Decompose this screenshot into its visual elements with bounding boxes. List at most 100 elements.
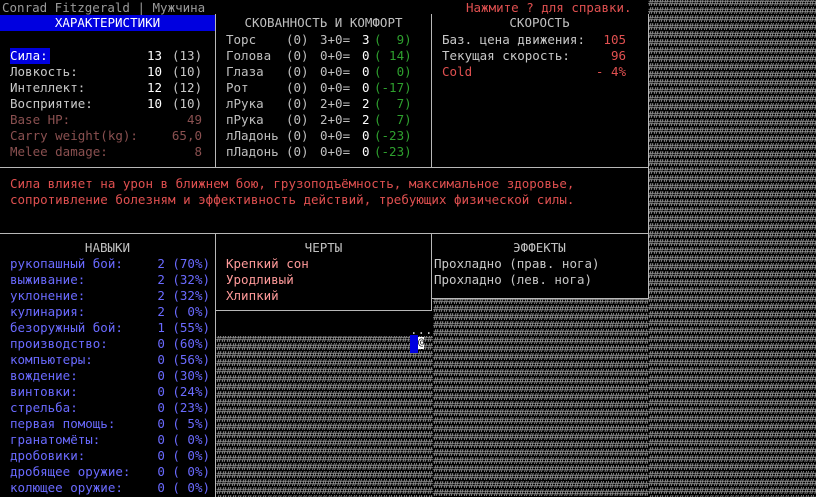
enc-total: 3 <box>362 32 370 47</box>
enc-calc: 3+0= <box>320 32 351 47</box>
map-area-bottom: ########################################… <box>433 298 648 497</box>
stat-value: 13 <box>146 48 162 63</box>
skill-label[interactable]: вождение: <box>10 368 78 384</box>
enc-enc: (0) <box>286 112 309 127</box>
skill-label[interactable]: первая помощь: <box>10 416 115 432</box>
enc-part: Глаза <box>226 64 264 79</box>
enc-part: Рот <box>226 80 249 95</box>
skill-value: 2 (32%) <box>157 272 210 287</box>
skill-label[interactable]: уклонение: <box>10 288 85 304</box>
stat-base: (10) <box>172 96 203 111</box>
derived-label: Carry weight(kg): <box>10 128 138 143</box>
skill-value: 0 ( 0%) <box>157 464 210 479</box>
enc-part: лЛадонь <box>226 128 279 143</box>
enc-comfort: ( 0) <box>374 64 412 79</box>
enc-comfort: (-23) <box>374 128 412 143</box>
enc-total: 0 <box>362 64 370 79</box>
skill-value: 0 (56%) <box>157 352 210 367</box>
skill-label[interactable]: рукопашный бой: <box>10 256 123 272</box>
skill-label[interactable]: кулинария: <box>10 304 85 320</box>
stat-base: (12) <box>172 80 203 95</box>
skill-label[interactable]: винтовки: <box>10 384 78 400</box>
skill-value: 0 ( 0%) <box>157 448 210 463</box>
enc-enc: (0) <box>286 64 309 79</box>
stat-label[interactable]: Ловкость: <box>10 64 78 80</box>
derived-value: 8 <box>194 144 202 159</box>
enc-total: 0 <box>362 128 370 143</box>
derived-value: 65,0 <box>171 128 202 143</box>
enc-enc: (0) <box>286 144 309 159</box>
enc-calc: 0+0= <box>320 64 351 79</box>
player-glyph[interactable]: @ <box>418 337 425 349</box>
enc-calc: 2+0= <box>320 96 351 111</box>
speed-header[interactable]: СКОРОСТЬ <box>432 15 647 31</box>
description-text: Сила влияет на урон в ближнем бою, грузо… <box>10 176 575 207</box>
skill-label[interactable]: дробящее оружие: <box>10 464 130 480</box>
stat-value: 10 <box>146 64 162 79</box>
enc-comfort: ( 7) <box>374 112 412 127</box>
trait-item[interactable]: Уродливый <box>226 272 294 288</box>
speed-label: Баз. цена движения: <box>442 32 585 47</box>
skill-value: 0 ( 0%) <box>157 480 210 495</box>
stat-value: 12 <box>146 80 162 95</box>
enc-total: 0 <box>362 144 370 159</box>
encumbrance-header[interactable]: СКОВАННОСТЬ И КОМФОРТ <box>216 15 431 31</box>
speed-value: 105 <box>603 32 626 47</box>
skill-label[interactable]: стрельба: <box>10 400 78 416</box>
speed-value: 96 <box>610 48 626 63</box>
skill-label[interactable]: безоружный бой: <box>10 320 123 336</box>
skill-value: 2 (32%) <box>157 288 210 303</box>
player-cursor-marker <box>410 335 418 353</box>
enc-calc: 0+0= <box>320 144 351 159</box>
skill-label[interactable]: гранатомёты: <box>10 432 100 448</box>
derived-label: Base HP: <box>10 112 71 127</box>
enc-part: Торс <box>226 32 257 47</box>
map-area-right: ################################## #####… <box>648 0 816 497</box>
trait-item[interactable]: Хлипкий <box>226 288 279 304</box>
speed-label: Cold <box>442 64 473 79</box>
enc-comfort: (-17) <box>374 80 412 95</box>
skill-value: 2 (70%) <box>157 256 210 271</box>
skill-value: 0 (24%) <box>157 384 210 399</box>
skill-value: 1 (55%) <box>157 320 210 335</box>
enc-calc: 0+0= <box>320 128 351 143</box>
enc-calc: 0+0= <box>320 48 351 63</box>
skill-label[interactable]: производство: <box>10 336 108 352</box>
enc-total: 0 <box>362 80 370 95</box>
effect-item[interactable]: Прохладно (лев. нога) <box>434 272 592 288</box>
effects-header[interactable]: ЭФФЕКТЫ <box>432 240 647 256</box>
skill-value: 0 ( 5%) <box>157 416 210 431</box>
enc-part: Голова <box>226 48 272 63</box>
skill-value: 2 ( 0%) <box>157 304 210 319</box>
skill-label[interactable]: дробовики: <box>10 448 85 464</box>
enc-part: пЛадонь <box>226 144 279 159</box>
stat-value: 10 <box>146 96 162 111</box>
effect-item[interactable]: Прохладно (прав. нога) <box>434 256 600 272</box>
skills-header[interactable]: НАВЫКИ <box>0 240 215 256</box>
enc-enc: (0) <box>286 48 309 63</box>
stat-label[interactable]: Восприятие: <box>10 96 93 112</box>
skill-label[interactable]: колющее оружие: <box>10 480 123 496</box>
map-area-center: ########################################… <box>216 336 433 497</box>
enc-calc: 0+0= <box>320 80 351 95</box>
speed-label: Текущая скорость: <box>442 48 570 63</box>
traits-header[interactable]: ЧЕРТЫ <box>216 240 431 256</box>
enc-part: пРука <box>226 112 264 127</box>
stats-header[interactable]: ХАРАКТЕРИСТИКИ <box>0 15 215 31</box>
skill-value: 0 (60%) <box>157 336 210 351</box>
enc-part: лРука <box>226 96 264 111</box>
derived-label: Melee damage: <box>10 144 108 159</box>
enc-comfort: ( 14) <box>374 48 412 63</box>
skill-label[interactable]: компьютеры: <box>10 352 93 368</box>
stat-label[interactable]: Сила: <box>10 48 50 64</box>
enc-enc: (0) <box>286 32 309 47</box>
enc-total: 2 <box>362 96 370 111</box>
derived-value: 49 <box>186 112 202 127</box>
enc-comfort: ( 7) <box>374 96 412 111</box>
enc-comfort: ( 9) <box>374 32 412 47</box>
trait-item[interactable]: Крепкий сон <box>226 256 309 272</box>
skill-label[interactable]: выживание: <box>10 272 85 288</box>
enc-total: 2 <box>362 112 370 127</box>
stat-base: (13) <box>172 48 203 63</box>
stat-label[interactable]: Интеллект: <box>10 80 85 96</box>
